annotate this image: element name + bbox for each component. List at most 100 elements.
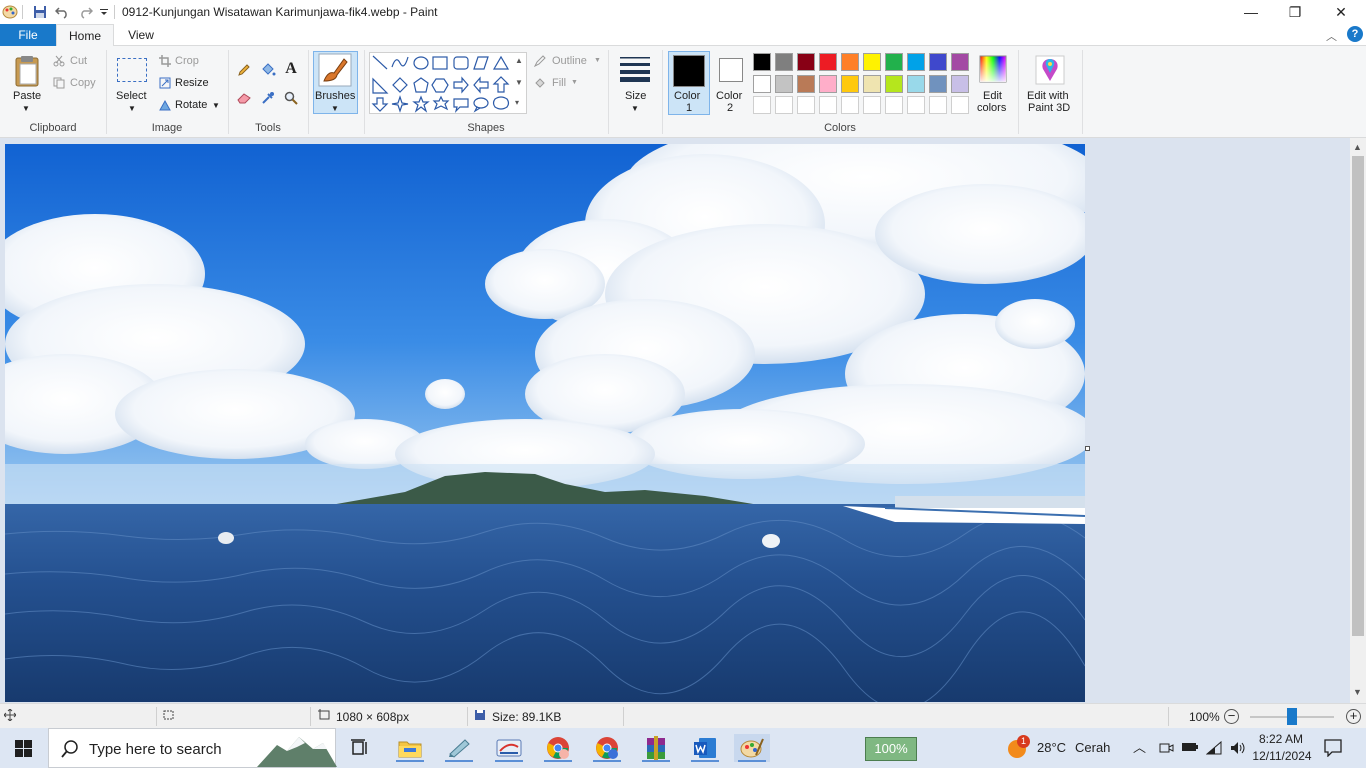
show-hidden-icons-icon[interactable]: ︿ <box>1133 737 1146 756</box>
canvas-resize-handle[interactable] <box>1085 446 1090 451</box>
notification-center-icon[interactable] <box>1324 739 1342 760</box>
chrome-icon[interactable] <box>540 734 576 762</box>
magnifier-icon[interactable] <box>283 90 299 106</box>
palette-color-swatch[interactable] <box>907 75 925 93</box>
paint3d-icon[interactable] <box>1034 54 1066 86</box>
battery-badge[interactable]: 100% <box>865 737 917 761</box>
palette-color-swatch[interactable] <box>885 53 903 71</box>
rotate-dropdown-icon[interactable]: ▼ <box>212 101 220 110</box>
cut-button[interactable]: Cut <box>70 55 87 67</box>
tab-file[interactable]: File <box>0 24 56 46</box>
winrar-icon[interactable] <box>638 734 674 762</box>
word-icon[interactable] <box>687 734 723 762</box>
fill-bucket-icon[interactable] <box>259 62 277 78</box>
task-view-icon[interactable] <box>342 734 378 762</box>
palette-color-swatch[interactable] <box>797 53 815 71</box>
windows-start-icon[interactable] <box>15 740 32 760</box>
shapes-more-icon[interactable]: ▾ <box>515 98 519 107</box>
select-dropdown-icon[interactable]: ▼ <box>128 104 136 113</box>
canvas-workspace[interactable] <box>0 138 1350 703</box>
palette-color-swatch[interactable] <box>775 75 793 93</box>
palette-color-swatch[interactable] <box>907 53 925 71</box>
notepad-app-icon[interactable] <box>441 734 477 762</box>
select-button[interactable]: Select <box>116 90 147 102</box>
custom-color-slot[interactable] <box>951 96 969 114</box>
custom-color-slot[interactable] <box>775 96 793 114</box>
palette-color-swatch[interactable] <box>863 75 881 93</box>
shapes-gallery[interactable] <box>369 52 527 114</box>
copy-button[interactable]: Copy <box>70 77 96 89</box>
tab-home[interactable]: Home <box>56 24 114 47</box>
battery-icon[interactable] <box>1181 740 1199 757</box>
zoom-in-button[interactable]: + <box>1346 709 1361 724</box>
palette-color-swatch[interactable] <box>841 75 859 93</box>
palette-color-swatch[interactable] <box>753 75 771 93</box>
fill-button[interactable]: Fill <box>552 77 566 89</box>
tab-view[interactable]: View <box>118 24 164 46</box>
palette-color-swatch[interactable] <box>863 53 881 71</box>
zoom-out-button[interactable]: − <box>1224 709 1239 724</box>
zoom-slider-thumb[interactable] <box>1287 708 1297 725</box>
custom-color-slot[interactable] <box>819 96 837 114</box>
palette-color-swatch[interactable] <box>819 53 837 71</box>
palette-color-swatch[interactable] <box>819 75 837 93</box>
paste-dropdown-icon[interactable]: ▼ <box>22 104 30 113</box>
custom-color-slot[interactable] <box>907 96 925 114</box>
paint3d-label[interactable]: Edit with <box>1027 90 1069 102</box>
canvas-image[interactable] <box>5 144 1085 702</box>
clock-time[interactable]: 8:22 AM <box>1258 732 1304 746</box>
palette-color-swatch[interactable] <box>885 75 903 93</box>
palette-color-swatch[interactable] <box>929 53 947 71</box>
size-icon[interactable] <box>618 54 652 84</box>
shapes-scroll-up-icon[interactable]: ▲ <box>515 56 523 65</box>
size-button[interactable]: Size <box>625 90 646 102</box>
restore-button[interactable]: ❐ <box>1272 0 1318 24</box>
vertical-scrollbar[interactable]: ▲ ▼ <box>1350 138 1366 703</box>
edit-colors-label-2[interactable]: colors <box>977 102 1006 114</box>
undo-icon[interactable] <box>54 4 70 20</box>
scroll-up-icon[interactable]: ▲ <box>1353 142 1362 152</box>
paint-app-icon[interactable] <box>2 4 18 20</box>
paint3d-label-2[interactable]: Paint 3D <box>1028 102 1070 114</box>
pencil-icon[interactable] <box>236 62 252 78</box>
paste-icon[interactable] <box>12 52 42 90</box>
custom-color-slot[interactable] <box>841 96 859 114</box>
minimize-button[interactable]: — <box>1228 0 1274 24</box>
palette-color-swatch[interactable] <box>951 75 969 93</box>
outline-button[interactable]: Outline <box>552 55 587 67</box>
redo-icon[interactable] <box>78 4 94 20</box>
weather-temperature[interactable]: 28°C <box>1037 740 1066 755</box>
clock-date[interactable]: 12/11/2024 <box>1252 749 1312 763</box>
palette-color-swatch[interactable] <box>775 53 793 71</box>
custom-color-slot[interactable] <box>863 96 881 114</box>
custom-color-slot[interactable] <box>885 96 903 114</box>
paste-button[interactable]: Paste <box>13 90 41 102</box>
color-picker-icon[interactable] <box>260 90 276 106</box>
edit-colors-icon[interactable] <box>978 54 1008 84</box>
rotate-button[interactable]: Rotate <box>175 99 207 111</box>
app-icon[interactable] <box>491 734 527 762</box>
meet-now-icon[interactable] <box>1158 740 1174 759</box>
customize-quick-access-icon[interactable] <box>98 4 110 20</box>
custom-color-slot[interactable] <box>929 96 947 114</box>
resize-button[interactable]: Resize <box>175 77 209 89</box>
custom-color-slot[interactable] <box>797 96 815 114</box>
scroll-down-icon[interactable]: ▼ <box>1353 687 1362 697</box>
text-tool-icon[interactable]: A <box>283 60 299 78</box>
wifi-icon[interactable] <box>1205 740 1222 759</box>
palette-color-swatch[interactable] <box>753 53 771 71</box>
size-dropdown-icon[interactable]: ▼ <box>631 104 639 113</box>
custom-color-slot[interactable] <box>753 96 771 114</box>
file-explorer-icon[interactable] <box>392 734 428 762</box>
save-icon[interactable] <box>32 4 48 20</box>
brushes-dropdown-icon[interactable]: ▼ <box>331 104 339 113</box>
color2-swatch[interactable] <box>719 58 743 82</box>
select-icon[interactable] <box>117 58 147 82</box>
help-button[interactable]: ? <box>1347 26 1363 42</box>
taskbar-search-box[interactable]: Type here to search <box>48 728 337 768</box>
shapes-scroll-down-icon[interactable]: ▼ <box>515 78 523 87</box>
chrome-profile-icon[interactable] <box>589 734 625 762</box>
eraser-icon[interactable] <box>236 90 252 106</box>
fill-dropdown-icon[interactable]: ▼ <box>571 79 578 86</box>
edit-colors-label[interactable]: Edit <box>983 90 1002 102</box>
